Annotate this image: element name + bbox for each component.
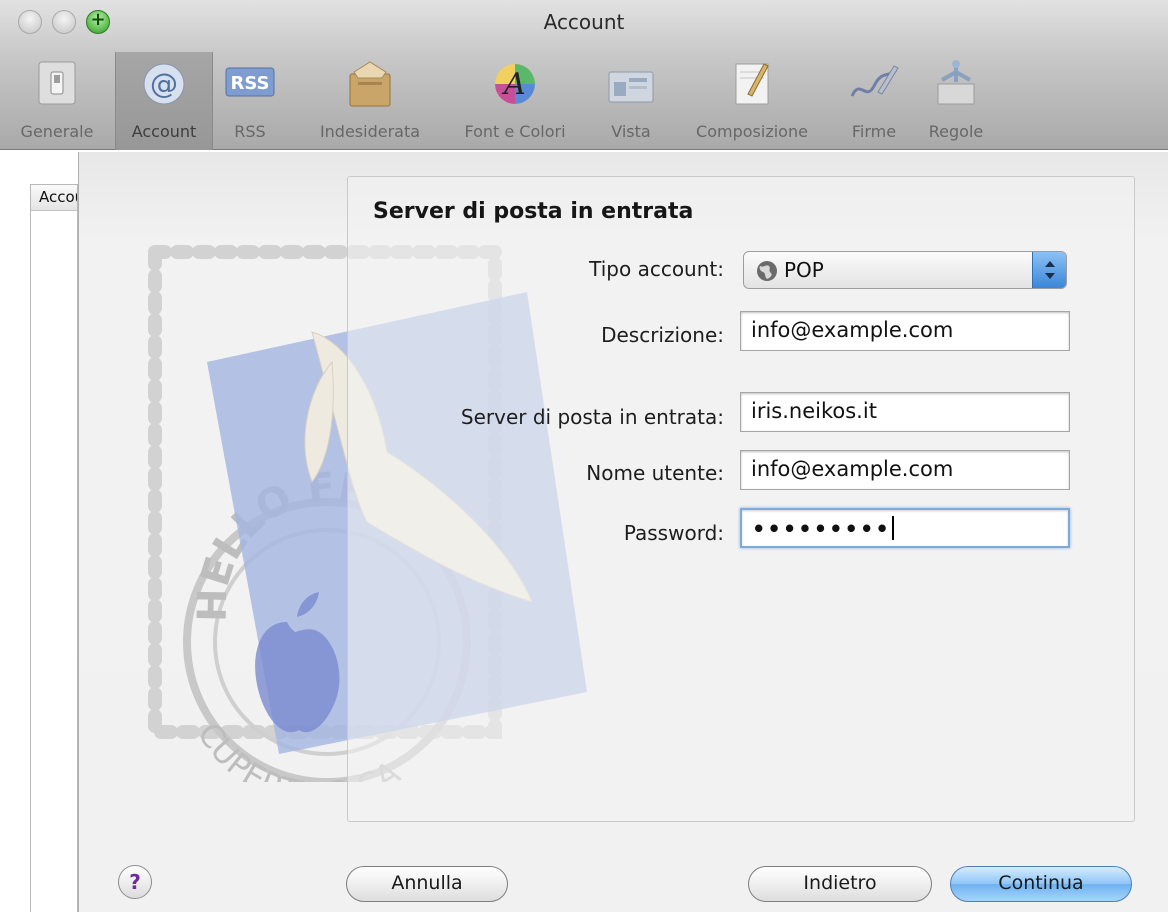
rules-icon: [937, 60, 975, 105]
account-type-value: POP: [784, 258, 824, 282]
svg-text:A: A: [501, 67, 526, 102]
help-button[interactable]: ?: [118, 865, 152, 899]
toolbar-item-vista[interactable]: Vista: [592, 52, 670, 150]
accounts-list-header: Account: [31, 185, 77, 211]
incoming-server-label: Server di posta in entrata:: [460, 405, 724, 429]
back-button[interactable]: Indietro: [748, 866, 932, 902]
accounts-list[interactable]: Account: [30, 184, 78, 912]
toolbar-item-font-e-colori[interactable]: A Font e Colori: [442, 52, 588, 150]
password-label: Password:: [623, 521, 724, 545]
svg-text:@: @: [150, 67, 178, 100]
globe-icon: [757, 261, 777, 281]
toolbar-item-firme[interactable]: Firme: [836, 52, 912, 150]
username-field[interactable]: info@example.com: [740, 450, 1070, 490]
at-sign-icon: @: [143, 63, 185, 105]
rss-icon: RSS: [225, 67, 275, 97]
continue-button[interactable]: Continua: [950, 866, 1132, 902]
fonts-colors-icon: A: [495, 64, 535, 104]
password-field[interactable]: •••••••••: [740, 508, 1070, 548]
account-setup-sheet: HELLO FR CUPERTINO CA Server di posta in…: [78, 152, 1168, 912]
svg-text:RSS: RSS: [231, 73, 270, 94]
panel-heading: Server di posta in entrata: [373, 199, 694, 224]
toolbar-item-generale[interactable]: Generale: [0, 52, 114, 150]
signature-icon: [850, 65, 899, 97]
toolbar-item-rss[interactable]: RSS RSS: [214, 52, 286, 150]
incoming-server-field[interactable]: iris.neikos.it: [740, 392, 1070, 432]
window-title: Account: [543, 10, 625, 34]
settings-panel: Server di posta in entrata Tipo account:…: [347, 176, 1135, 822]
toolbar-item-composizione[interactable]: Composizione: [676, 52, 828, 150]
cancel-button[interactable]: Annulla: [346, 866, 508, 902]
title-bar: Account: [0, 0, 1168, 52]
toolbar-item-indesiderata[interactable]: Indesiderata: [300, 52, 440, 150]
general-switch-icon: [38, 61, 76, 105]
account-type-label: Tipo account:: [589, 257, 724, 281]
toolbar-item-account[interactable]: @ Account: [115, 52, 213, 150]
composing-icon: [735, 63, 769, 105]
preferences-toolbar: Generale @ Account RSS RSS Indesiderata …: [0, 52, 1168, 150]
description-field[interactable]: info@example.com: [740, 311, 1070, 351]
password-mask: •••••••••: [752, 517, 891, 541]
junk-mail-icon: [349, 61, 391, 107]
toolbar-item-regole[interactable]: Regole: [914, 52, 998, 150]
username-label: Nome utente:: [586, 461, 724, 485]
description-label: Descrizione:: [601, 323, 724, 347]
popup-arrows-icon: [1032, 252, 1066, 288]
account-type-popup[interactable]: POP: [743, 251, 1067, 289]
text-caret: [891, 516, 894, 540]
viewing-icon: [608, 71, 654, 103]
